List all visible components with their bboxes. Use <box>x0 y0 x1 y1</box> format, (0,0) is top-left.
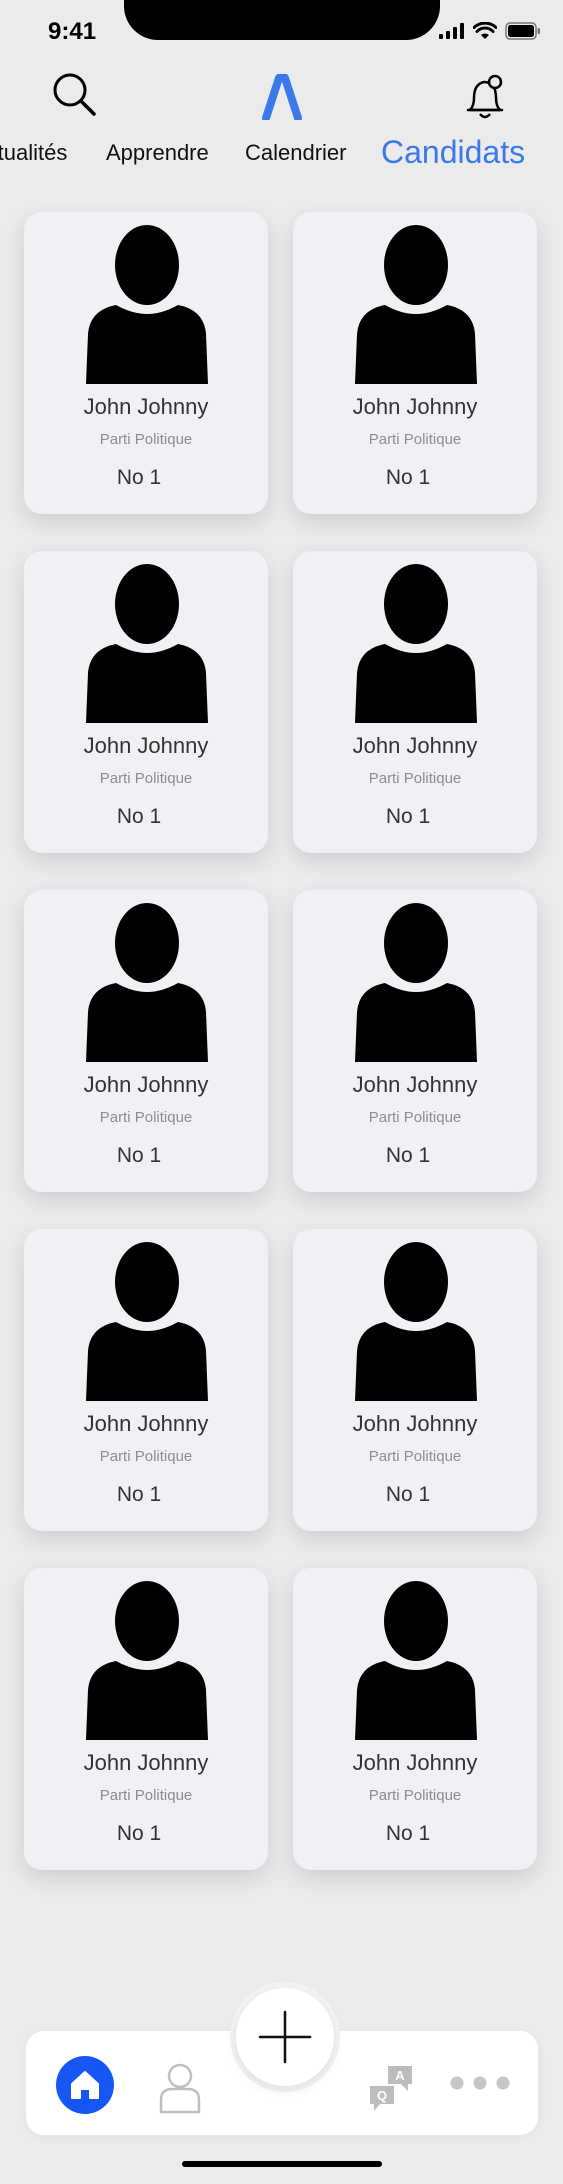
person-avatar-icon <box>355 564 477 723</box>
search-icon[interactable] <box>50 70 98 118</box>
qa-answer-letter: A <box>395 2068 405 2083</box>
candidate-number: No 1 <box>116 1144 162 1167</box>
candidate-name: John Johnny <box>83 394 209 419</box>
candidate-number: No 1 <box>116 1483 162 1506</box>
candidate-name: John Johnny <box>352 733 478 758</box>
candidate-card[interactable]: John Johnny Parti Politique No 1 <box>24 551 268 853</box>
more-icon[interactable] <box>448 2074 512 2092</box>
candidate-number: No 1 <box>116 466 162 489</box>
category-tabs: Actualités Apprendre Calendrier Candidat… <box>0 134 563 180</box>
person-avatar-icon <box>355 225 477 384</box>
tab-actualites[interactable]: Actualités <box>0 140 67 166</box>
person-avatar-icon <box>86 1581 208 1740</box>
candidate-party: Parti Politique <box>99 1787 193 1804</box>
candidate-name: John Johnny <box>352 1072 478 1097</box>
candidate-name: John Johnny <box>352 1411 478 1436</box>
qa-question-letter: Q <box>377 2088 387 2103</box>
candidate-party: Parti Politique <box>368 431 462 448</box>
signal-icon <box>439 23 464 39</box>
home-indicator <box>182 2161 382 2167</box>
candidate-card[interactable]: John Johnny Parti Politique No 1 <box>293 1229 537 1531</box>
candidate-name: John Johnny <box>83 1750 209 1775</box>
candidate-card[interactable]: John Johnny Parti Politique No 1 <box>293 551 537 853</box>
app-logo-icon <box>262 74 302 120</box>
candidate-party: Parti Politique <box>99 1109 193 1126</box>
device-notch <box>124 0 440 40</box>
candidate-party: Parti Politique <box>368 1448 462 1465</box>
candidate-party: Parti Politique <box>368 1109 462 1126</box>
person-avatar-icon <box>86 903 208 1062</box>
person-avatar-icon <box>86 1242 208 1401</box>
person-avatar-icon <box>86 225 208 384</box>
battery-icon <box>505 22 540 40</box>
add-button[interactable] <box>236 1988 334 2086</box>
home-button[interactable] <box>56 2056 114 2114</box>
candidate-number: No 1 <box>385 1483 431 1506</box>
candidate-card[interactable]: John Johnny Parti Politique No 1 <box>293 212 537 514</box>
candidate-party: Parti Politique <box>99 1448 193 1465</box>
status-time: 9:41 <box>48 18 97 45</box>
plus-icon <box>258 2010 312 2064</box>
person-avatar-icon <box>86 564 208 723</box>
qa-icon[interactable]: A Q <box>368 2064 416 2114</box>
candidate-number: No 1 <box>116 1822 162 1845</box>
candidate-name: John Johnny <box>83 1072 209 1097</box>
candidate-party: Parti Politique <box>368 1787 462 1804</box>
home-icon <box>71 2071 99 2099</box>
status-icons <box>439 22 541 40</box>
candidate-card[interactable]: John Johnny Parti Politique No 1 <box>24 212 268 514</box>
profile-icon[interactable] <box>158 2062 202 2114</box>
candidate-name: John Johnny <box>352 1750 478 1775</box>
candidate-card[interactable]: John Johnny Parti Politique No 1 <box>24 1568 268 1870</box>
candidate-party: Parti Politique <box>99 431 193 448</box>
candidate-card[interactable]: John Johnny Parti Politique No 1 <box>293 1568 537 1870</box>
candidate-number: No 1 <box>385 1822 431 1845</box>
person-avatar-icon <box>355 1581 477 1740</box>
person-avatar-icon <box>355 903 477 1062</box>
candidate-card[interactable]: John Johnny Parti Politique No 1 <box>293 890 537 1192</box>
notification-bell-icon[interactable] <box>462 72 508 122</box>
candidate-number: No 1 <box>385 466 431 489</box>
candidate-card[interactable]: John Johnny Parti Politique No 1 <box>24 890 268 1192</box>
candidate-name: John Johnny <box>83 733 209 758</box>
tab-calendrier[interactable]: Calendrier <box>245 140 347 166</box>
candidate-party: Parti Politique <box>99 770 193 787</box>
candidate-party: Parti Politique <box>368 770 462 787</box>
candidate-number: No 1 <box>385 1144 431 1167</box>
candidate-number: No 1 <box>116 805 162 828</box>
tab-apprendre[interactable]: Apprendre <box>106 140 209 166</box>
candidate-name: John Johnny <box>352 394 478 419</box>
person-avatar-icon <box>355 1242 477 1401</box>
tab-candidats[interactable]: Candidats <box>381 134 525 171</box>
candidate-card[interactable]: John Johnny Parti Politique No 1 <box>24 1229 268 1531</box>
candidate-name: John Johnny <box>83 1411 209 1436</box>
wifi-icon <box>473 22 497 39</box>
candidate-number: No 1 <box>385 805 431 828</box>
